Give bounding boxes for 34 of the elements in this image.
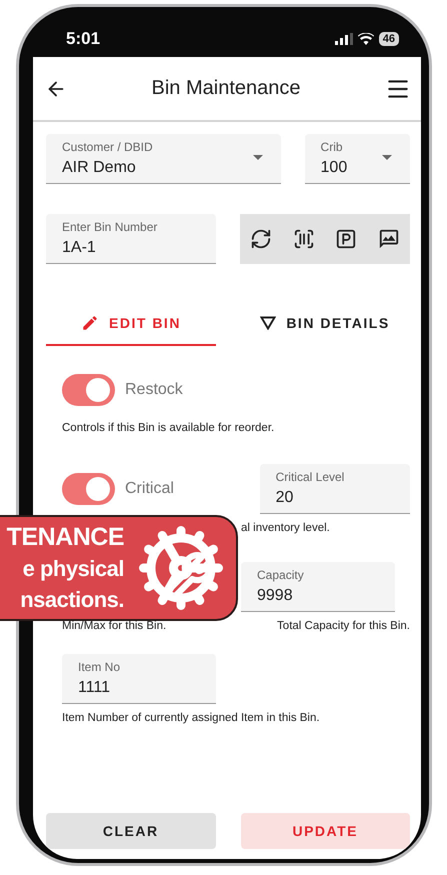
refresh-icon[interactable] [250,228,272,250]
helper-text: al inventory level. [241,522,330,534]
toggle-label: Critical [125,480,174,498]
barcode-icon[interactable] [292,228,315,250]
input-field[interactable]: Capacity 9998 [241,562,395,612]
banner-text: TENANCE [6,522,124,552]
clear-button[interactable]: CLEAR [46,813,216,849]
pencil-icon [81,314,100,332]
helper-text: Total Capacity for this Bin. [277,620,410,632]
helper-text: Controls if this Bin is available for reorder. [62,422,276,434]
banner-text: nsactions. [20,586,124,614]
page-title: Bin Maintenance [152,77,300,100]
status-time: 5:01 [66,28,100,48]
update-button[interactable]: UPDATE [240,813,410,849]
parking-icon[interactable] [335,228,358,250]
wifi-icon [358,32,374,44]
toggle-switch[interactable] [62,473,115,505]
signal-icon [334,32,353,44]
input-field[interactable]: Critical Level 20 [260,464,410,514]
input-field[interactable]: Item No 1111 [62,654,216,704]
banner-text: e physical [22,554,124,583]
toggle-label: Restock [125,381,183,399]
gear-wrench-icon [136,523,226,613]
select-field[interactable]: Crib 100 [304,134,410,184]
tab[interactable]: EDIT BIN [46,308,216,346]
battery-level: 46 [378,32,399,46]
triangle-icon [260,316,276,330]
toggle-switch[interactable] [62,374,115,406]
helper-text: Min/Max for this Bin. [62,620,168,632]
image-message-icon[interactable] [378,228,400,250]
select-field[interactable]: Customer / DBID AIR Demo [46,134,281,184]
tab[interactable]: BIN DETAILS [240,308,410,346]
helper-text: Item Number of currently assigned Item in this Bin. [62,712,321,724]
input-field[interactable]: Enter Bin Number 1A-1 [46,214,216,264]
